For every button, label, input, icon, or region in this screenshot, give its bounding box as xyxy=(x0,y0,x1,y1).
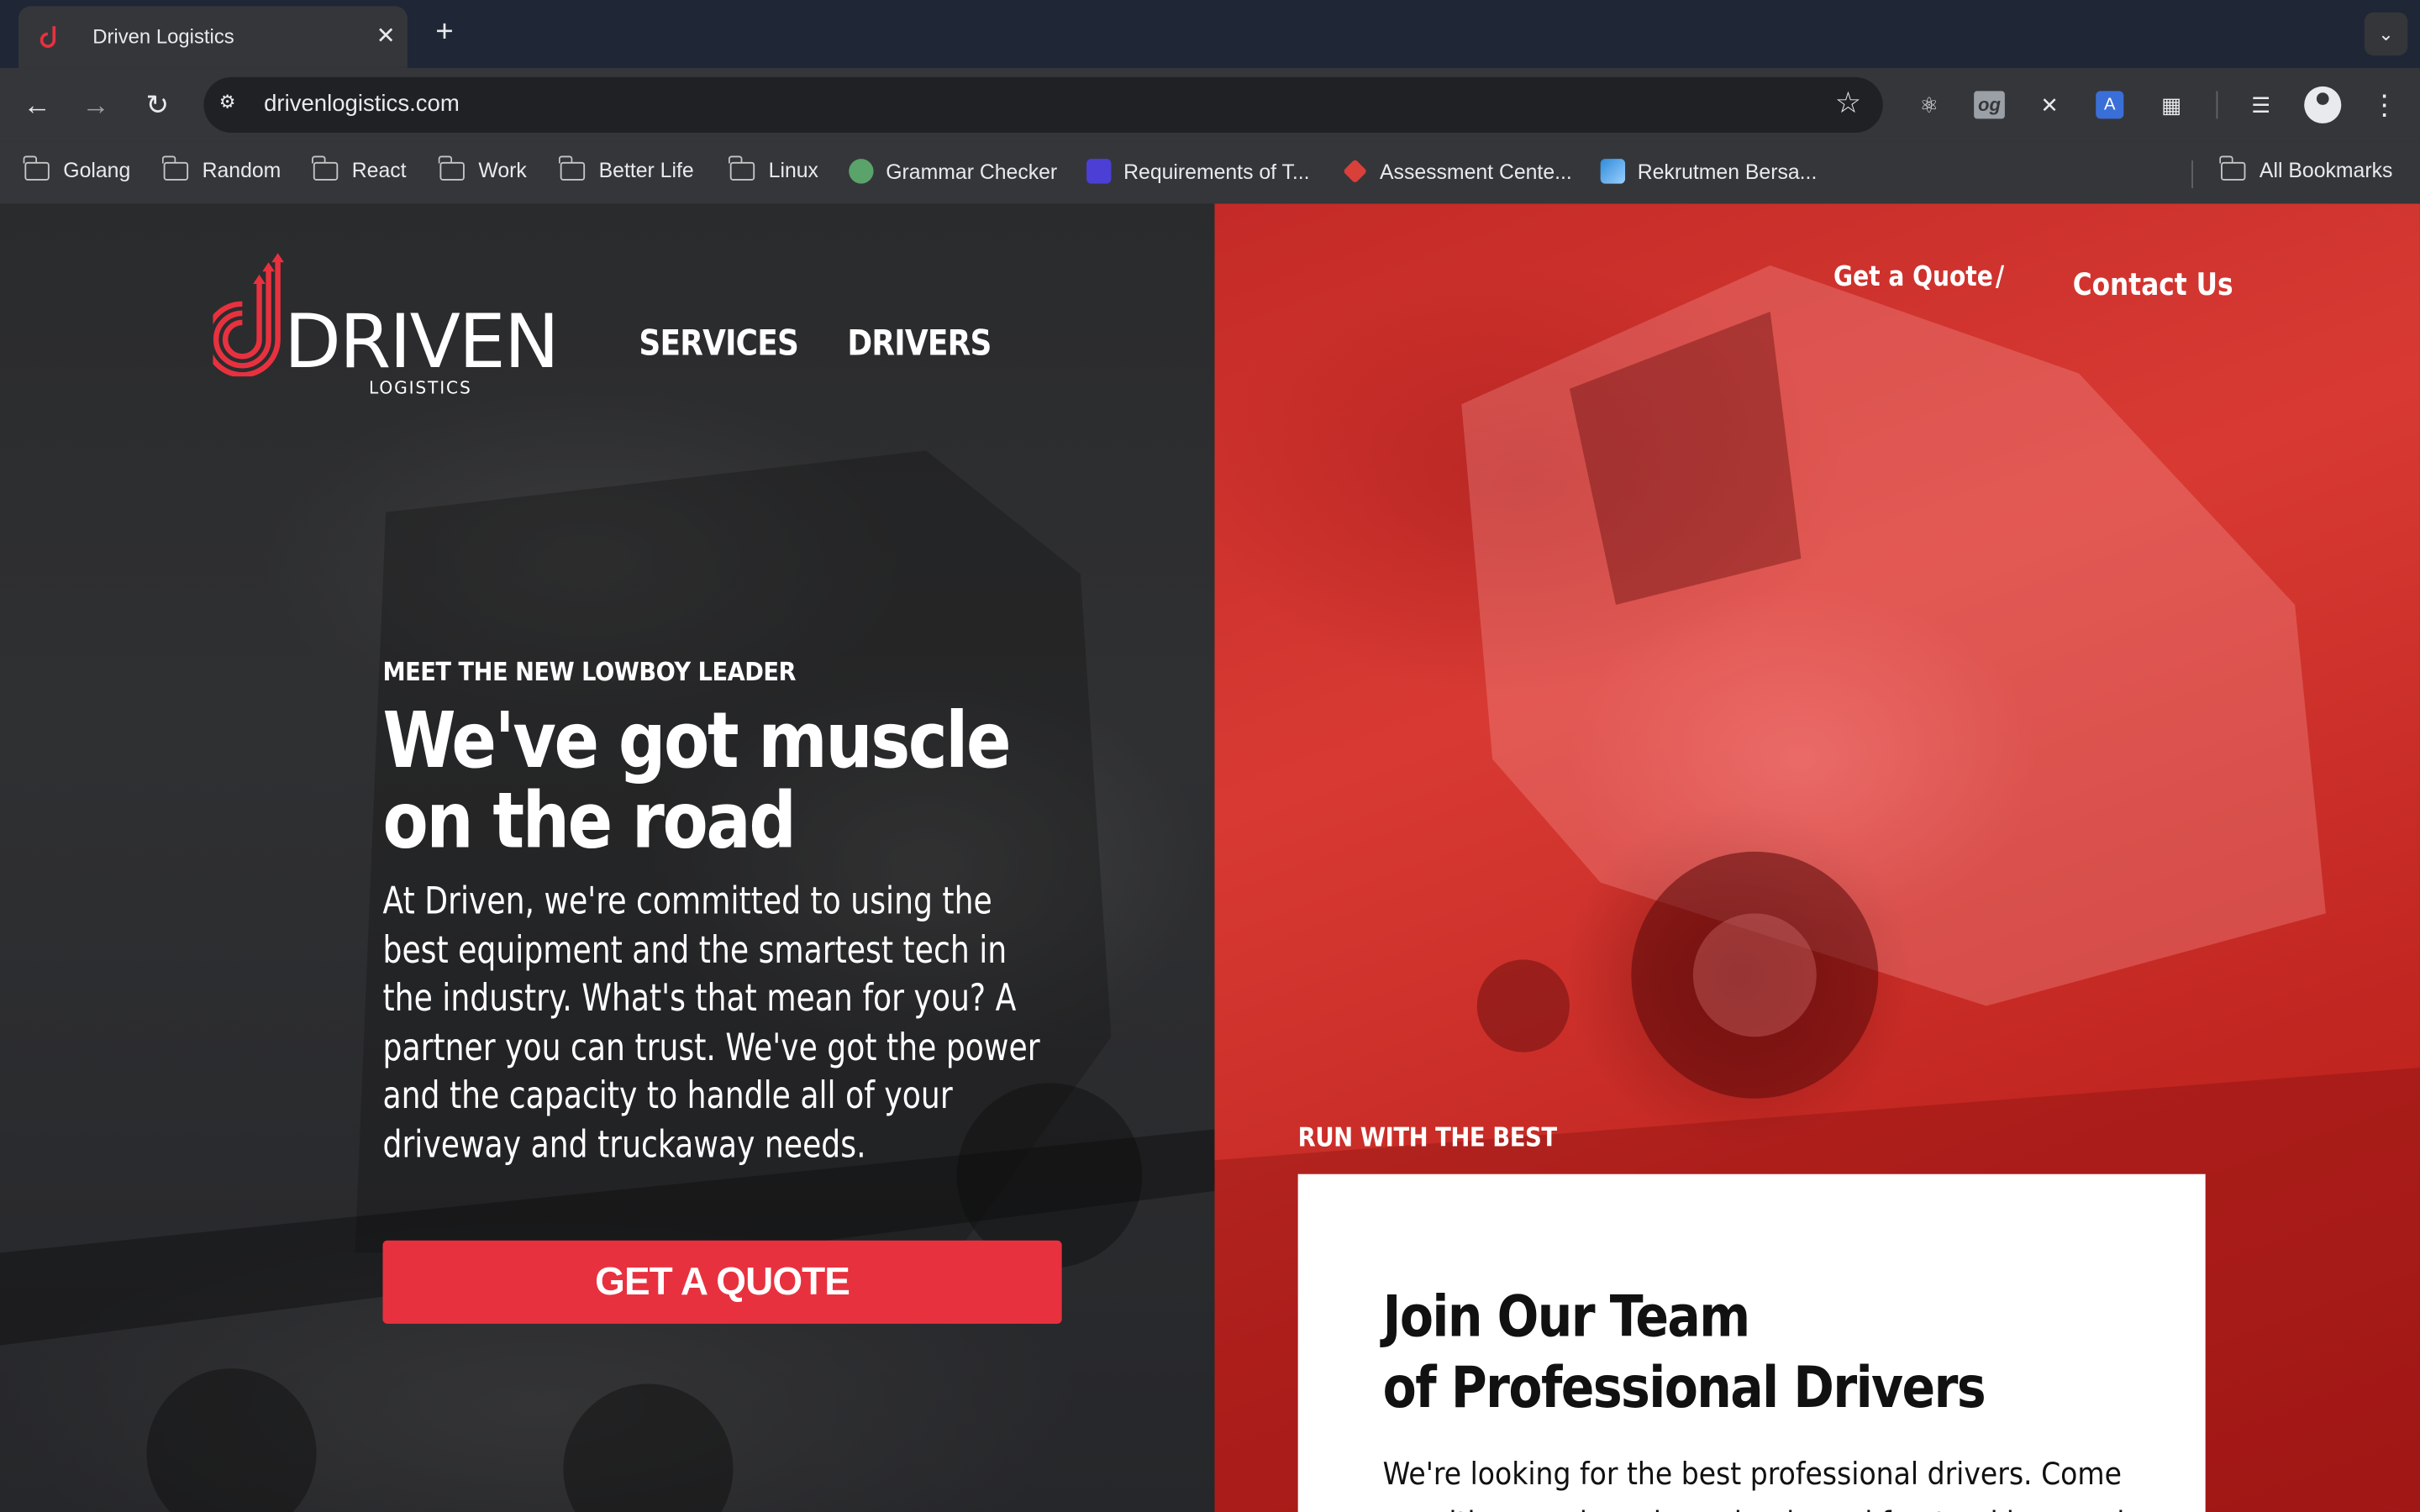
folder-icon xyxy=(161,155,189,181)
bookmark-requirements[interactable]: Requirements of T... xyxy=(1086,159,1310,184)
translate-extension-icon[interactable]: A xyxy=(2096,91,2124,119)
logo-wordmark: DRIVEN xyxy=(283,299,560,386)
bookmark-label: React xyxy=(351,159,407,182)
bookmarks-divider xyxy=(2191,160,2193,189)
bookmark-label: Random xyxy=(202,159,281,182)
new-tab-button[interactable]: + xyxy=(429,17,460,48)
url-text[interactable]: drivenlogistics.com xyxy=(264,91,460,117)
bookmark-label: Linux xyxy=(768,159,818,182)
top-links-separator: / xyxy=(1995,260,2005,293)
join-team-title: Join Our Team of Professional Drivers xyxy=(1383,1282,2127,1424)
robot-icon xyxy=(849,159,874,184)
folder-icon xyxy=(312,155,339,181)
nav-drivers[interactable]: DRIVERS xyxy=(847,324,992,365)
bookmark-label: Rekrutmen Bersa... xyxy=(1637,160,1818,184)
bookmark-folder-better-life[interactable]: Better Life xyxy=(558,155,694,182)
get-quote-link[interactable]: Get a Quote xyxy=(1833,260,1993,293)
bookmark-label: Work xyxy=(478,159,527,182)
react-devtools-icon[interactable]: ⚛ xyxy=(1912,88,1946,122)
bookmark-label: Golang xyxy=(63,159,131,182)
hero-body-text: At Driven, we're committed to using the … xyxy=(382,879,1040,1166)
bookmark-folder-golang[interactable]: Golang xyxy=(23,155,131,182)
folder-icon xyxy=(2219,155,2246,181)
bird-icon xyxy=(1600,159,1626,184)
logo-subtitle: LOGISTICS xyxy=(368,377,472,398)
extensions-puzzle-icon[interactable]: ▦ xyxy=(2154,88,2188,122)
bookmark-folder-work[interactable]: Work xyxy=(438,155,527,182)
site-settings-icon[interactable]: ⚙ xyxy=(219,91,247,118)
web-page: DRIVEN LOGISTICS SERVICES DRIVERS Get a … xyxy=(0,203,2420,1512)
driven-logistics-logo[interactable]: DRIVEN LOGISTICS xyxy=(213,253,567,401)
join-team-card: Join Our Team of Professional Drivers We… xyxy=(1297,1173,2206,1512)
tab-title: Driven Logistics xyxy=(92,24,234,48)
reload-icon[interactable]: ↻ xyxy=(136,83,179,126)
driven-favicon-icon xyxy=(39,26,56,48)
driven-d-arrows-icon xyxy=(213,253,284,377)
get-a-quote-button[interactable]: GET A QUOTE xyxy=(382,1240,1062,1324)
tools-extension-icon[interactable]: ✕ xyxy=(2033,88,2066,122)
bookmark-label: All Bookmarks xyxy=(2259,159,2393,182)
get-a-quote-label: GET A QUOTE xyxy=(595,1260,850,1305)
all-bookmarks-folder[interactable]: All Bookmarks xyxy=(2219,155,2393,182)
join-team-body: We're looking for the best professional … xyxy=(1382,1455,2160,1512)
bookmark-star-icon[interactable]: ☆ xyxy=(1835,87,1861,122)
back-arrow-icon[interactable]: ← xyxy=(15,83,58,126)
bookmark-rekrutmen[interactable]: Rekrutmen Bersa... xyxy=(1600,159,1818,184)
profile-avatar-icon[interactable] xyxy=(2304,86,2342,123)
bookmark-assessment-center[interactable]: Assessment Cente... xyxy=(1343,159,1572,184)
join-team-title-line-2: of Professional Drivers xyxy=(1382,1354,1986,1421)
folder-icon xyxy=(558,155,586,181)
bookmark-label: Requirements of T... xyxy=(1123,160,1310,184)
contact-us-link[interactable]: Contact Us xyxy=(2073,265,2233,302)
folder-icon xyxy=(23,155,50,181)
hero-headline: We've got muscle on the road xyxy=(383,701,1073,861)
hero-headline-line-2: on the road xyxy=(382,775,797,866)
tab-driven-logistics[interactable]: Driven Logistics ✕ xyxy=(18,6,408,68)
og-extension-icon[interactable]: og xyxy=(1974,91,2005,119)
join-team-title-line-1: Join Our Team xyxy=(1382,1284,1750,1351)
forward-arrow-icon[interactable]: → xyxy=(74,83,117,126)
bookmarks-bar: Golang Random React Work Better Life Lin… xyxy=(0,141,2420,206)
diamond-icon xyxy=(1343,159,1368,184)
toolbar-divider xyxy=(2216,91,2218,119)
hero-eyebrow: MEET THE NEW LOWBOY LEADER xyxy=(382,657,797,687)
close-tab-icon[interactable]: ✕ xyxy=(371,22,402,53)
bookmark-folder-random[interactable]: Random xyxy=(161,155,281,182)
folder-icon xyxy=(728,155,755,181)
tab-search-chevron-icon[interactable]: ⌄ xyxy=(2364,12,2408,56)
bookmark-folder-linux[interactable]: Linux xyxy=(728,155,818,182)
terminal-icon xyxy=(1086,159,1112,184)
tab-strip: Driven Logistics ✕ + ⌄ xyxy=(0,0,2420,68)
browser-menu-icon[interactable]: ⋮ xyxy=(2370,87,2398,123)
browser-window: Driven Logistics ✕ + ⌄ ← → ↻ ⚙ drivenlog… xyxy=(0,0,2420,1512)
bookmark-label: Better Life xyxy=(598,159,694,182)
hero-headline-line-1: We've got muscle xyxy=(382,696,1012,785)
drivers-eyebrow: RUN WITH THE BEST xyxy=(1297,1123,1557,1154)
media-queue-icon[interactable]: ☰ xyxy=(2244,88,2278,122)
address-bar[interactable]: ⚙ drivenlogistics.com ☆ xyxy=(203,76,1883,133)
bookmark-grammar-checker[interactable]: Grammar Checker xyxy=(849,159,1058,184)
browser-toolbar: ← → ↻ ⚙ drivenlogistics.com ☆ ⚛ og ✕ A ▦… xyxy=(0,67,2420,142)
bookmark-folder-react[interactable]: React xyxy=(312,155,407,182)
folder-icon xyxy=(438,155,465,181)
bookmark-label: Assessment Cente... xyxy=(1380,160,1572,184)
bookmark-label: Grammar Checker xyxy=(886,160,1058,184)
nav-services[interactable]: SERVICES xyxy=(639,324,798,365)
